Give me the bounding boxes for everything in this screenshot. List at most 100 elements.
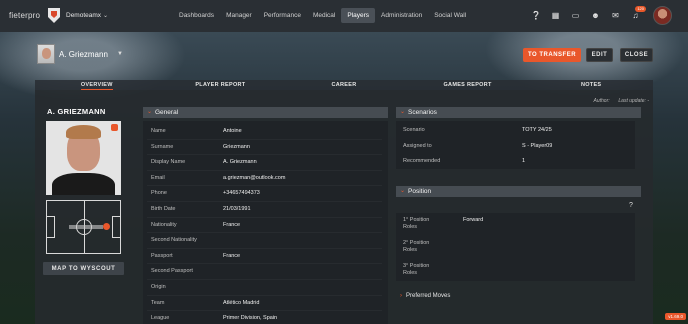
field-value: Antoine	[223, 128, 242, 134]
tab-games-report-label: GAMES REPORT	[443, 82, 492, 88]
edit-button[interactable]: EDIT	[586, 48, 613, 62]
chevron-down-icon[interactable]: ⌄	[103, 12, 108, 19]
recommended-label: Recommended	[403, 158, 441, 164]
field-label: Team	[151, 299, 165, 306]
field-label: Phone	[151, 190, 167, 197]
general-section-header[interactable]: ⌄ General	[143, 107, 388, 118]
tab-overview-label: OVERVIEW	[80, 82, 113, 90]
top-navigation-bar: fieterpro Demoteamx ⌄ Dashboards Manager…	[0, 0, 688, 32]
scenario-row: Scenario TOTY 24/25	[403, 127, 552, 133]
position-row-2: 2° Position Roles	[403, 240, 633, 254]
author-line: Author: Last update: -	[594, 98, 650, 104]
chevron-down-icon: ⌄	[147, 109, 153, 115]
position-marker	[103, 223, 110, 230]
field-label: Email	[151, 174, 165, 181]
position-3-roles-label: Roles	[403, 270, 418, 276]
folder-icon[interactable]: ▭	[571, 11, 580, 20]
field-label: Second Passport	[151, 268, 193, 275]
field-value: A. Griezmann	[223, 159, 257, 166]
preferred-moves-toggle[interactable]: › Preferred Moves	[400, 293, 450, 299]
scenarios-section-header[interactable]: ⌄ Scenarios	[396, 107, 641, 118]
help-icon[interactable]: ?	[629, 202, 633, 209]
field-row: Nationality France	[147, 218, 382, 234]
tab-career[interactable]: CAREER	[282, 80, 406, 90]
version-badge: v1.69.0	[665, 313, 686, 320]
position-pitch-map	[46, 200, 121, 254]
club-crest-icon	[48, 8, 60, 23]
chat-icon[interactable]: ✉	[611, 11, 620, 20]
field-value: 21/03/1991	[223, 205, 251, 212]
position-row-3: 3° Position Roles	[403, 263, 633, 277]
tab-overview[interactable]: OVERVIEW	[35, 80, 159, 90]
field-label: Name	[151, 128, 166, 134]
last-update-label: Last update:	[618, 98, 646, 104]
nav-manager[interactable]: Manager	[220, 8, 258, 23]
field-label: Surname	[151, 143, 174, 150]
player-header: A. Griezmann ▼ TO TRANSFER EDIT CLOSE	[35, 43, 653, 67]
field-value: a.griezman@outlook.com	[223, 174, 286, 181]
nav-social-wall[interactable]: Social Wall	[428, 8, 472, 23]
author-label: Author:	[593, 98, 610, 104]
scenario-label: Scenario	[403, 127, 425, 133]
field-row: League Primer Division, Spain	[147, 311, 382, 324]
bell-icon[interactable]: ♫ 120	[631, 6, 646, 20]
chevron-down-icon: ⌄	[400, 109, 406, 115]
field-value: France	[223, 252, 241, 259]
calendar-icon[interactable]: ▦	[551, 11, 560, 20]
player-selector[interactable]: A. Griezmann	[59, 50, 108, 59]
position-3-label: 3° Position	[403, 263, 430, 269]
main-nav: Dashboards Manager Performance Medical P…	[173, 8, 472, 23]
field-label: Birth Date	[151, 205, 176, 212]
map-to-wyscout-button[interactable]: MAP TO WYSCOUT	[43, 262, 124, 275]
field-label: Display Name	[151, 159, 186, 166]
scenarios-title: Scenarios	[408, 109, 437, 116]
top-icon-group: ❔ ▦ ▭ ☻ ✉ ♫ 120	[531, 6, 646, 20]
field-value: +34657494373	[223, 190, 260, 197]
field-row: Phone +34657494373	[147, 186, 382, 202]
nav-dashboards[interactable]: Dashboards	[173, 8, 220, 23]
assigned-to-label: Assigned to	[403, 143, 432, 149]
nav-players[interactable]: Players	[341, 8, 376, 23]
to-transfer-button[interactable]: TO TRANSFER	[523, 48, 581, 62]
position-title: Position	[408, 188, 432, 195]
field-row: Name Antoine	[147, 124, 382, 140]
profile-title: A. GRIEZMANN	[47, 107, 106, 116]
caret-down-icon[interactable]: ▼	[117, 51, 123, 57]
position-1-roles-label: Roles	[403, 224, 418, 230]
field-label: Origin	[151, 283, 166, 290]
tab-player-report[interactable]: PLAYER REPORT	[159, 80, 283, 90]
field-row: Display Name A. Griezmann	[147, 155, 382, 171]
position-1-value: Forward	[463, 217, 484, 223]
close-button[interactable]: CLOSE	[620, 48, 653, 62]
nav-medical[interactable]: Medical	[307, 8, 341, 23]
user-avatar[interactable]	[653, 6, 672, 25]
chevron-down-icon: ⌄	[400, 188, 406, 194]
help-icon[interactable]: ❔	[531, 11, 541, 20]
tab-games-report[interactable]: GAMES REPORT	[406, 80, 530, 90]
field-row: Second Passport	[147, 264, 382, 280]
field-row: Second Nationality	[147, 233, 382, 249]
tab-career-label: CAREER	[331, 82, 357, 88]
last-update-value: -	[647, 98, 649, 104]
scenario-value: TOTY 24/25	[522, 127, 552, 133]
position-section-header[interactable]: ⌄ Position	[396, 186, 641, 197]
recommended-value: 1	[522, 158, 526, 164]
field-row: Birth Date 21/03/1991	[147, 202, 382, 218]
general-field-list: Name Antoine Surname Griezmann Display Name A…	[147, 124, 382, 324]
position-1-label: 1° Position	[403, 217, 430, 223]
tab-notes[interactable]: NOTES	[529, 80, 653, 90]
chevron-right-icon: ›	[400, 293, 402, 299]
general-title: General	[155, 109, 179, 116]
user-icon[interactable]: ☻	[591, 11, 600, 20]
tab-player-report-label: PLAYER REPORT	[195, 82, 246, 88]
player-thumbnail	[37, 44, 55, 64]
position-row-1: 1° Position Roles Forward	[403, 217, 633, 231]
field-value: Atlético Madrid	[223, 299, 260, 306]
nav-administration[interactable]: Administration	[375, 8, 428, 23]
field-row: Team Atlético Madrid	[147, 296, 382, 312]
tab-notes-label: NOTES	[580, 82, 602, 88]
field-label: Nationality	[151, 221, 177, 228]
club-selector[interactable]: Demoteamx	[66, 12, 101, 19]
nav-performance[interactable]: Performance	[258, 8, 307, 23]
field-value: Primer Division, Spain	[223, 315, 278, 322]
